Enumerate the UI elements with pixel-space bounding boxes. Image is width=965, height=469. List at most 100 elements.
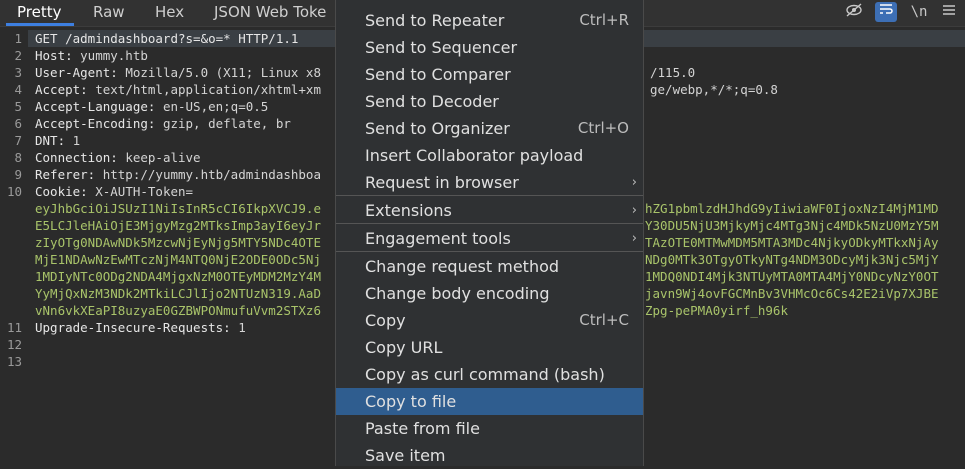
request-line[interactable]: User-Agent: Mozilla/5.0 (X11; Linux x8	[35, 64, 321, 81]
menu-item-label: Send to Repeater	[365, 11, 505, 30]
request-line[interactable]: zIyOTg0NDAwNDk5MzcwNjEyNjg5MTY5NDc4OTE	[35, 234, 321, 251]
request-line[interactable]: MjE1NDAwNzEwMTczNjM4NTQ0NjE2ODE0ODc5Nj	[35, 251, 321, 268]
menu-item-send-to-sequencer[interactable]: Send to Sequencer	[336, 34, 643, 61]
menu-item-copy[interactable]: Copy Ctrl+C	[336, 307, 643, 334]
menu-item-engagement-tools[interactable]: Engagement tools ›	[336, 225, 643, 252]
cookie-token-segment: eyJhbGciOiJSUzI1NiIsInR5cCI6IkpXVCJ9.e	[35, 201, 321, 216]
header-value: 1	[72, 133, 81, 148]
line-number: 13	[6, 354, 22, 369]
menu-separator	[336, 223, 643, 224]
line-number	[0, 200, 22, 217]
request-line-tail: hZG1pbmlzdHJhdG9yIiwiaWF0IjoxNzI4MjM1MD	[645, 201, 939, 216]
request-line-tail: 1MDQ0NDI4Mjk3NTUyMTA0MTA4MjY0NDcyNzY0OT	[645, 269, 939, 284]
request-line[interactable]: Accept: text/html,application/xhtml+xm	[35, 81, 321, 98]
header-value: Mozilla/5.0 (X11; Linux x8	[125, 65, 321, 80]
header-name: DNT:	[35, 133, 73, 148]
word-wrap-icon[interactable]	[875, 2, 897, 22]
header-name: Connection:	[35, 150, 126, 165]
tab-hex[interactable]: Hex	[155, 0, 184, 26]
menu-item-label: Insert Collaborator payload	[365, 146, 584, 165]
menu-item-label: Copy	[365, 311, 406, 330]
menu-item-label: Request in browser	[365, 173, 519, 192]
active-tab-indicator	[6, 23, 74, 26]
header-name: Host:	[35, 48, 81, 63]
menu-item-save-item[interactable]: Save item	[336, 442, 643, 469]
menu-item-shortcut: Ctrl+C	[579, 311, 629, 329]
request-line[interactable]: DNT: 1	[35, 132, 80, 149]
line-number	[0, 234, 22, 251]
menu-item-change-request-method[interactable]: Change request method	[336, 253, 643, 280]
menu-item-change-body-encoding[interactable]: Change body encoding	[336, 280, 643, 307]
line-number	[0, 217, 22, 234]
request-line-tail: TAzOTE0MTMwMDM5MTA3MDc4NjkyODkyMTkxNjAy	[645, 235, 939, 250]
menu-item-label: Send to Sequencer	[365, 38, 518, 57]
menu-item-label: Send to Comparer	[365, 65, 511, 84]
request-line[interactable]: Host: yummy.htb	[35, 47, 148, 64]
chevron-right-icon: ›	[631, 203, 637, 218]
request-line[interactable]: Referer: http://yummy.htb/admindashboa	[35, 166, 321, 183]
hide-nonprintable-icon[interactable]	[843, 2, 865, 22]
context-menu: Send to Repeater Ctrl+R Send to Sequencer S…	[335, 0, 644, 466]
line-number: 4	[14, 82, 22, 97]
menu-separator	[336, 251, 643, 252]
menu-item-label: Change body encoding	[365, 284, 550, 303]
menu-item-copy-to-file[interactable]: Copy to file	[336, 388, 643, 415]
header-value: en-US,en;q=0.5	[162, 99, 269, 114]
header-name: GET /admindashboard?s=&o=* HTTP/1.1	[35, 31, 299, 46]
request-line[interactable]: YyMjQxNzM3NDk2MTkiLCJlIjo2NTUzN319.AaD	[35, 285, 321, 302]
header-value: http://yummy.htb/admindashboa	[102, 167, 321, 182]
menu-item-send-to-repeater[interactable]: Send to Repeater Ctrl+R	[336, 7, 643, 34]
request-line[interactable]: Cookie: X-AUTH-Token=	[35, 183, 193, 200]
line-number	[0, 268, 22, 285]
header-value: 1	[238, 320, 246, 335]
menu-item-label: Change request method	[365, 257, 560, 276]
request-line-tail: javn9Wj4ovFGCMnBv3VHMcOc6Cs42E2iVp7XJBE	[645, 286, 939, 301]
tab-json-web-token[interactable]: JSON Web Toke	[214, 0, 326, 26]
line-number: 11	[6, 320, 22, 335]
line-number: 2	[14, 48, 22, 63]
request-line[interactable]: 1MDIyNTc0ODg2NDA4MjgxNzM0OTEyMDM2MzY4M	[35, 268, 321, 285]
request-line[interactable]: E5LCJleHAiOjE3MjgyMzg2MTksImp3ayI6eyJr	[35, 217, 321, 234]
menu-item-label: Extensions	[365, 201, 452, 220]
request-line[interactable]: eyJhbGciOiJSUzI1NiIsInR5cCI6IkpXVCJ9.e	[35, 200, 321, 217]
line-number	[0, 302, 22, 319]
tab-raw[interactable]: Raw	[93, 0, 125, 26]
menu-item-request-in-browser[interactable]: Request in browser ›	[336, 169, 643, 196]
menu-item-insert-collaborator-payload[interactable]: Insert Collaborator payload	[336, 142, 643, 169]
menu-item-extensions[interactable]: Extensions ›	[336, 197, 643, 224]
line-number: 7	[14, 133, 22, 148]
line-number: 12	[6, 337, 22, 352]
line-number: 3	[14, 65, 22, 80]
menu-item-copy-url[interactable]: Copy URL	[336, 334, 643, 361]
request-line[interactable]: Accept-Encoding: gzip, deflate, br	[35, 115, 291, 132]
cookie-token-segment: E5LCJleHAiOjE3MjgyMzg2MTksImp3ayI6eyJr	[35, 218, 321, 233]
header-value: yummy.htb	[80, 48, 148, 63]
line-number: 8	[14, 150, 22, 165]
menu-item-send-to-organizer[interactable]: Send to Organizer Ctrl+O	[336, 115, 643, 142]
menu-item-send-to-decoder[interactable]: Send to Decoder	[336, 88, 643, 115]
cookie-token-segment: zIyOTg0NDAwNDk5MzcwNjEyNjg5MTY5NDc4OTE	[35, 235, 321, 250]
header-value: X-AUTH-Token=	[95, 184, 194, 199]
chevron-right-icon: ›	[631, 231, 637, 246]
menu-item-shortcut: Ctrl+O	[577, 119, 629, 137]
line-number	[0, 285, 22, 302]
menu-item-label: Copy as curl command (bash)	[365, 365, 605, 384]
header-value: text/html,application/xhtml+xm	[95, 82, 321, 97]
menu-item-paste-from-file[interactable]: Paste from file	[336, 415, 643, 442]
request-line[interactable]: Accept-Language: en-US,en;q=0.5	[35, 98, 268, 115]
line-number: 6	[14, 116, 22, 131]
menu-item-copy-as-curl-command-bash[interactable]: Copy as curl command (bash)	[336, 361, 643, 388]
cookie-token-segment: 1MDIyNTc0ODg2NDA4MjgxNzM0OTEyMDM2MzY4M	[35, 269, 321, 284]
request-line[interactable]: Connection: keep-alive	[35, 149, 201, 166]
header-name: Accept-Language:	[35, 99, 163, 114]
cookie-token-segment: vNn6vkXEaPI8uzyaE0GZBWPONmufuVvm2STXz6	[35, 303, 321, 318]
menu-icon[interactable]	[938, 2, 960, 22]
cookie-token-segment: YyMjQxNzM3NDk2MTkiLCJlIjo2NTUzN319.AaD	[35, 286, 321, 301]
header-name: Referer:	[35, 167, 103, 182]
request-line[interactable]: vNn6vkXEaPI8uzyaE0GZBWPONmufuVvm2STXz6	[35, 302, 321, 319]
menu-item-label: Paste from file	[365, 419, 480, 438]
menu-item-send-to-comparer[interactable]: Send to Comparer	[336, 61, 643, 88]
show-newlines-icon[interactable]: \n	[908, 2, 930, 22]
menu-item-label: Send to Organizer	[365, 119, 510, 138]
request-line[interactable]: Upgrade-Insecure-Requests: 1	[35, 319, 246, 336]
